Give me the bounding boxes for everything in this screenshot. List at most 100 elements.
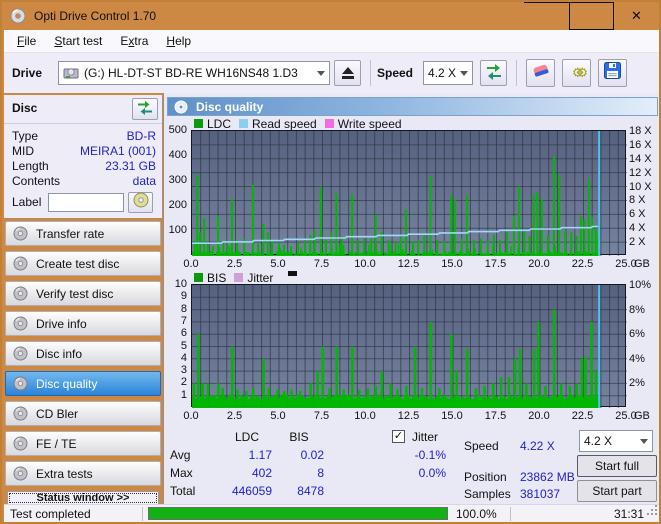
sidebar-item-create-test-disc[interactable]: Create test disc bbox=[5, 251, 161, 276]
menubar: File Start test Extra Help bbox=[4, 30, 659, 53]
ldc-chart-plot bbox=[191, 130, 627, 256]
sidebar-item-cd-bler[interactable]: CD Bler bbox=[5, 401, 161, 426]
disc-refresh-button[interactable] bbox=[132, 98, 158, 120]
disc-icon bbox=[13, 346, 28, 361]
splitter-handle[interactable] bbox=[288, 271, 297, 276]
disc-info-value: 23.31 GB bbox=[105, 159, 156, 173]
test-speed-select[interactable]: 4.2 X bbox=[579, 430, 653, 452]
start-part-button[interactable]: Start part bbox=[577, 480, 657, 502]
refresh-button[interactable] bbox=[480, 60, 508, 86]
menu-item-help[interactable]: Help bbox=[157, 31, 200, 51]
x-axis-tick-label: 12.5 bbox=[397, 258, 420, 270]
disc-icon bbox=[133, 192, 149, 213]
save-button[interactable] bbox=[598, 59, 628, 87]
stats-bis-value: 0.02 bbox=[300, 448, 324, 462]
disc-info-row: Contents data bbox=[12, 174, 156, 188]
disc-icon bbox=[174, 100, 188, 114]
disc-icon bbox=[13, 256, 28, 271]
sidebar-item-label: Disc info bbox=[36, 346, 83, 361]
disc-icon bbox=[13, 226, 28, 241]
drive-select[interactable]: (G:) HL-DT-ST BD-RE WH16NS48 1.D3 bbox=[58, 61, 330, 85]
stats-ldc-value: 402 bbox=[251, 466, 272, 480]
disc-icon bbox=[13, 406, 28, 421]
stats-info-label: Position bbox=[464, 470, 507, 484]
legend-swatch bbox=[194, 273, 203, 282]
y2-axis-tick-label: 2 X bbox=[629, 236, 646, 249]
legend-label: Jitter bbox=[247, 270, 274, 285]
x-axis-tick-label: 15.0 bbox=[441, 258, 463, 270]
x-axis-tick-label: 20.0 bbox=[528, 410, 550, 422]
sidebar-item-label: Create test disc bbox=[36, 256, 120, 271]
app-disc-icon bbox=[10, 8, 26, 24]
disc-label-button[interactable] bbox=[128, 191, 154, 213]
x-axis-tick-label: 10.0 bbox=[354, 410, 376, 422]
y-axis-tick-label: 10 bbox=[174, 278, 187, 290]
status-window-button[interactable]: Status window >> bbox=[7, 491, 159, 505]
chevron-down-icon bbox=[460, 70, 469, 76]
y2-axis-tick-label: 12 X bbox=[629, 166, 652, 179]
y-axis-tick-label: 4 bbox=[180, 351, 187, 364]
toolbar-separator bbox=[370, 60, 371, 86]
disc-icon bbox=[13, 436, 28, 451]
x-axis-tick-label: 5.0 bbox=[270, 258, 286, 270]
chart-block-1: BIS Jitter 1 2 3 4 5 6 7 8 9 10 2% 4% 6% 8% 10% 0.0 2.5 5.0… bbox=[164, 270, 659, 426]
sidebar-item-verify-test-disc[interactable]: Verify test disc bbox=[5, 281, 161, 306]
x-axis-tick-label: 0.0 bbox=[183, 258, 199, 270]
chevron-down-icon bbox=[317, 70, 325, 76]
sidebar-item-fe-te[interactable]: FE / TE bbox=[5, 431, 161, 456]
drive-select-value: (G:) HL-DT-ST BD-RE WH16NS48 1.D3 bbox=[84, 66, 298, 80]
eraser-icon bbox=[531, 62, 551, 85]
toolbar: Drive (G:) HL-DT-ST BD-RE WH16NS48 1.D3 … bbox=[4, 53, 659, 93]
speed-select[interactable]: 4.2 X bbox=[423, 61, 474, 85]
sidebar-item-transfer-rate[interactable]: Transfer rate bbox=[5, 221, 161, 246]
y-axis-tick-label: 5 bbox=[180, 339, 187, 352]
disc-info-value: MEIRA1 (001) bbox=[79, 144, 156, 158]
y-axis-tick-label: 6 bbox=[180, 327, 187, 340]
jitter-checkbox[interactable]: ✓ bbox=[392, 430, 405, 443]
chart-legend: LDC Read speed Write speed bbox=[194, 116, 410, 131]
drive-label: Drive bbox=[12, 66, 43, 80]
menu-item-start-test[interactable]: Start test bbox=[45, 31, 111, 51]
drive-icon bbox=[63, 66, 79, 80]
x-axis-tick-label: 17.5 bbox=[484, 258, 507, 270]
legend-label: LDC bbox=[207, 116, 232, 131]
start-full-button[interactable]: Start full bbox=[577, 455, 657, 477]
disc-label-input[interactable] bbox=[48, 192, 125, 212]
close-button[interactable]: ✕ bbox=[614, 2, 659, 30]
legend-item: Read speed bbox=[239, 117, 317, 131]
minimize-button[interactable] bbox=[524, 2, 569, 30]
x-axis-tick-label: 0.0 bbox=[183, 410, 199, 422]
legend-label: Read speed bbox=[252, 116, 317, 131]
statusbar: Test completed 100.0% 31:31 bbox=[4, 504, 659, 522]
divider bbox=[4, 123, 162, 124]
main-panel: Disc quality LDC Read speed Write speed 100… bbox=[163, 93, 659, 504]
sidebar-item-label: Disc quality bbox=[36, 376, 98, 391]
eject-button[interactable] bbox=[334, 60, 361, 86]
erase-disc-button[interactable] bbox=[526, 59, 556, 87]
window-title: Opti Drive Control 1.70 bbox=[34, 9, 157, 23]
sidebar-item-disc-info[interactable]: Disc info bbox=[5, 341, 161, 366]
disc-icon bbox=[13, 316, 28, 331]
y-axis-tick-label: 1 bbox=[180, 388, 187, 401]
x-axis-tick-label: 20.0 bbox=[528, 258, 550, 270]
disc-info-row: Type BD-R bbox=[12, 129, 156, 143]
stats-col-header-ldc: LDC bbox=[234, 430, 259, 444]
disc-panel: Disc Type BD-R MID MEIRA1 (001) Length 23.31 … bbox=[4, 95, 162, 219]
statusbar-separator bbox=[142, 507, 143, 521]
sidebar-item-drive-info[interactable]: Drive info bbox=[5, 311, 161, 336]
settings-button[interactable]: ⚙⚙ bbox=[562, 59, 592, 87]
x-axis-tick-label: 10.0 bbox=[354, 258, 376, 270]
disc-icon bbox=[13, 286, 28, 301]
maximize-button[interactable] bbox=[569, 2, 614, 30]
y-axis-tick-label: 2 bbox=[180, 376, 187, 389]
sidebar-item-extra-tests[interactable]: Extra tests bbox=[5, 461, 161, 486]
x-axis-tick-label: 15.0 bbox=[441, 410, 463, 422]
save-disk-icon bbox=[604, 62, 622, 84]
stats-info-label: Speed bbox=[464, 439, 499, 453]
menu-item-extra[interactable]: Extra bbox=[111, 31, 157, 51]
disc-info-value: BD-R bbox=[126, 129, 156, 143]
sidebar-item-disc-quality[interactable]: Disc quality bbox=[5, 371, 161, 396]
menu-item-file[interactable]: File bbox=[8, 31, 45, 51]
sidebar-item-label: Transfer rate bbox=[36, 226, 105, 241]
y2-axis-tick-label: 14 X bbox=[629, 152, 652, 165]
